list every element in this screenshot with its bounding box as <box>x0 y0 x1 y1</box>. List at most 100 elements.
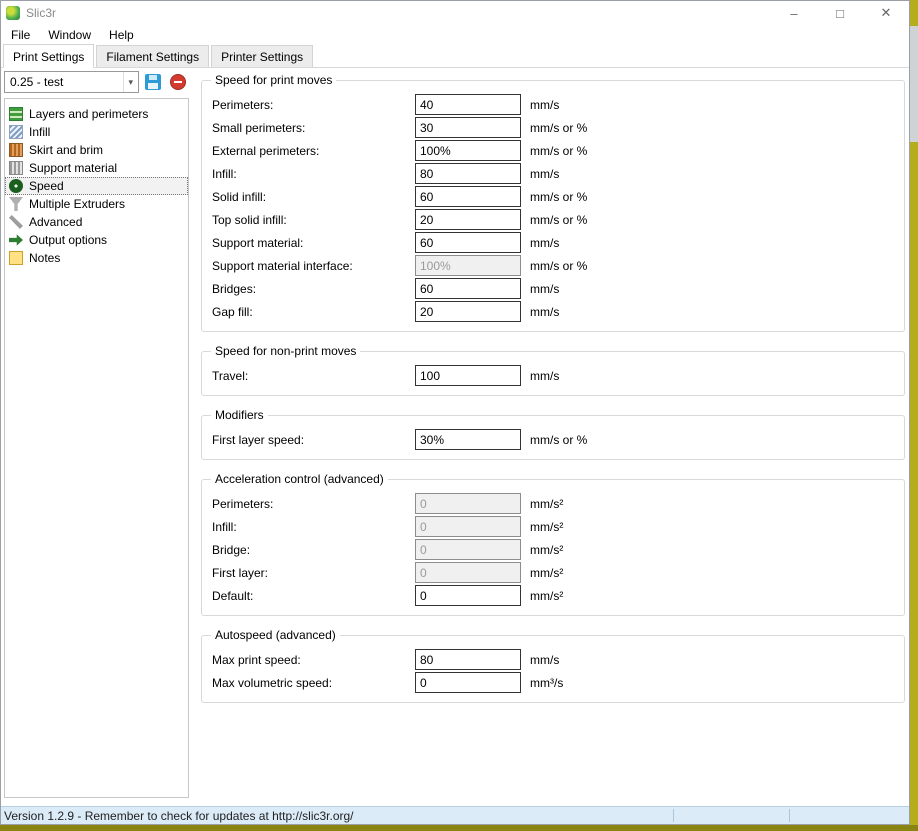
setting-unit: mm³/s <box>530 676 563 690</box>
travel-speed-input[interactable] <box>415 365 521 386</box>
setting-row-accel-bridge: Bridge: mm/s² <box>212 538 894 561</box>
sidebar-item-advanced[interactable]: Advanced <box>5 213 188 231</box>
setting-label: Perimeters: <box>212 497 415 511</box>
delete-preset-button[interactable] <box>167 71 189 93</box>
group-title: Autospeed (advanced) <box>211 628 340 642</box>
setting-label: Solid infill: <box>212 190 415 204</box>
gap-fill-speed-input[interactable] <box>415 301 521 322</box>
setting-unit: mm/s² <box>530 566 563 580</box>
setting-label: Travel: <box>212 369 415 383</box>
menu-help[interactable]: Help <box>100 26 143 44</box>
settings-tree: Layers and perimeters Infill Skirt and b… <box>4 98 189 798</box>
setting-row-gap-fill: Gap fill: mm/s <box>212 300 894 323</box>
statusbar-separator <box>673 809 674 822</box>
settings-panel: Speed for print moves Perimeters: mm/s S… <box>201 67 905 703</box>
preset-dropdown[interactable]: 0.25 - test ▾ <box>4 71 139 93</box>
support-material-icon <box>9 161 23 175</box>
sidebar-item-layers-and-perimeters[interactable]: Layers and perimeters <box>5 105 188 123</box>
first-layer-acceleration-input <box>415 562 521 583</box>
group-speed-print-moves: Speed for print moves Perimeters: mm/s S… <box>201 80 905 332</box>
skirt-brim-icon <box>9 143 23 157</box>
close-button[interactable]: ✕ <box>863 1 909 25</box>
preset-row: 0.25 - test ▾ <box>4 71 189 93</box>
desktop-background-strip <box>910 26 918 142</box>
solid-infill-speed-input[interactable] <box>415 186 521 207</box>
setting-row-accel-first-layer: First layer: mm/s² <box>212 561 894 584</box>
menu-file[interactable]: File <box>2 26 39 44</box>
multiple-extruders-icon <box>9 197 23 211</box>
setting-row-infill: Infill: mm/s <box>212 162 894 185</box>
sidebar-item-label: Speed <box>29 179 64 193</box>
sidebar: 0.25 - test ▾ Layers and perimeters Infi… <box>4 71 189 798</box>
sidebar-item-label: Skirt and brim <box>29 143 103 157</box>
group-acceleration-control: Acceleration control (advanced) Perimete… <box>201 479 905 616</box>
setting-unit: mm/s <box>530 236 559 250</box>
external-perimeters-speed-input[interactable] <box>415 140 521 161</box>
setting-row-top-solid-infill: Top solid infill: mm/s or % <box>212 208 894 231</box>
group-title: Modifiers <box>211 408 268 422</box>
setting-label: Perimeters: <box>212 98 415 112</box>
setting-unit: mm/s or % <box>530 121 587 135</box>
default-acceleration-input[interactable] <box>415 585 521 606</box>
layers-icon <box>9 107 23 121</box>
first-layer-speed-input[interactable] <box>415 429 521 450</box>
setting-unit: mm/s <box>530 305 559 319</box>
setting-label: Max print speed: <box>212 653 415 667</box>
status-bar: Version 1.2.9 - Remember to check for up… <box>1 806 909 824</box>
top-solid-infill-speed-input[interactable] <box>415 209 521 230</box>
setting-label: Small perimeters: <box>212 121 415 135</box>
output-arrow-icon <box>9 233 23 247</box>
sidebar-item-label: Infill <box>29 125 50 139</box>
sidebar-item-multiple-extruders[interactable]: Multiple Extruders <box>5 195 188 213</box>
tab-filament-settings[interactable]: Filament Settings <box>96 45 209 67</box>
tab-print-settings[interactable]: Print Settings <box>3 44 94 68</box>
save-preset-button[interactable] <box>142 71 164 93</box>
sidebar-item-notes[interactable]: Notes <box>5 249 188 267</box>
bridges-speed-input[interactable] <box>415 278 521 299</box>
bridge-acceleration-input <box>415 539 521 560</box>
setting-row-perimeters: Perimeters: mm/s <box>212 93 894 116</box>
max-volumetric-speed-input[interactable] <box>415 672 521 693</box>
setting-unit: mm/s or % <box>530 144 587 158</box>
minimize-button[interactable]: – <box>771 1 817 25</box>
setting-row-small-perimeters: Small perimeters: mm/s or % <box>212 116 894 139</box>
sidebar-item-label: Layers and perimeters <box>29 107 148 121</box>
setting-unit: mm/s <box>530 167 559 181</box>
setting-row-support-material-interface: Support material interface: mm/s or % <box>212 254 894 277</box>
setting-label: Default: <box>212 589 415 603</box>
setting-row-external-perimeters: External perimeters: mm/s or % <box>212 139 894 162</box>
setting-unit: mm/s or % <box>530 213 587 227</box>
setting-row-accel-perimeters: Perimeters: mm/s² <box>212 492 894 515</box>
group-autospeed: Autospeed (advanced) Max print speed: mm… <box>201 635 905 703</box>
support-material-speed-input[interactable] <box>415 232 521 253</box>
titlebar: Slic3r – □ ✕ <box>1 1 909 25</box>
setting-unit: mm/s <box>530 653 559 667</box>
sidebar-item-skirt-and-brim[interactable]: Skirt and brim <box>5 141 188 159</box>
infill-acceleration-input <box>415 516 521 537</box>
sidebar-item-speed[interactable]: Speed <box>5 177 188 195</box>
maximize-button[interactable]: □ <box>817 1 863 25</box>
window-title: Slic3r <box>26 6 56 20</box>
sidebar-item-label: Multiple Extruders <box>29 197 125 211</box>
setting-unit: mm/s or % <box>530 433 587 447</box>
max-print-speed-input[interactable] <box>415 649 521 670</box>
group-speed-non-print-moves: Speed for non-print moves Travel: mm/s <box>201 351 905 396</box>
menubar: File Window Help <box>1 25 909 45</box>
setting-label: Bridges: <box>212 282 415 296</box>
infill-speed-input[interactable] <box>415 163 521 184</box>
perimeters-acceleration-input <box>415 493 521 514</box>
tab-printer-settings[interactable]: Printer Settings <box>211 45 313 67</box>
sidebar-item-label: Output options <box>29 233 107 247</box>
sidebar-item-support-material[interactable]: Support material <box>5 159 188 177</box>
small-perimeters-speed-input[interactable] <box>415 117 521 138</box>
setting-unit: mm/s <box>530 98 559 112</box>
sidebar-item-output-options[interactable]: Output options <box>5 231 188 249</box>
perimeters-speed-input[interactable] <box>415 94 521 115</box>
group-title: Acceleration control (advanced) <box>211 472 388 486</box>
setting-label: Infill: <box>212 167 415 181</box>
menu-window[interactable]: Window <box>39 26 100 44</box>
sidebar-item-infill[interactable]: Infill <box>5 123 188 141</box>
support-material-interface-speed-input <box>415 255 521 276</box>
sidebar-item-label: Notes <box>29 251 60 265</box>
setting-label: First layer: <box>212 566 415 580</box>
